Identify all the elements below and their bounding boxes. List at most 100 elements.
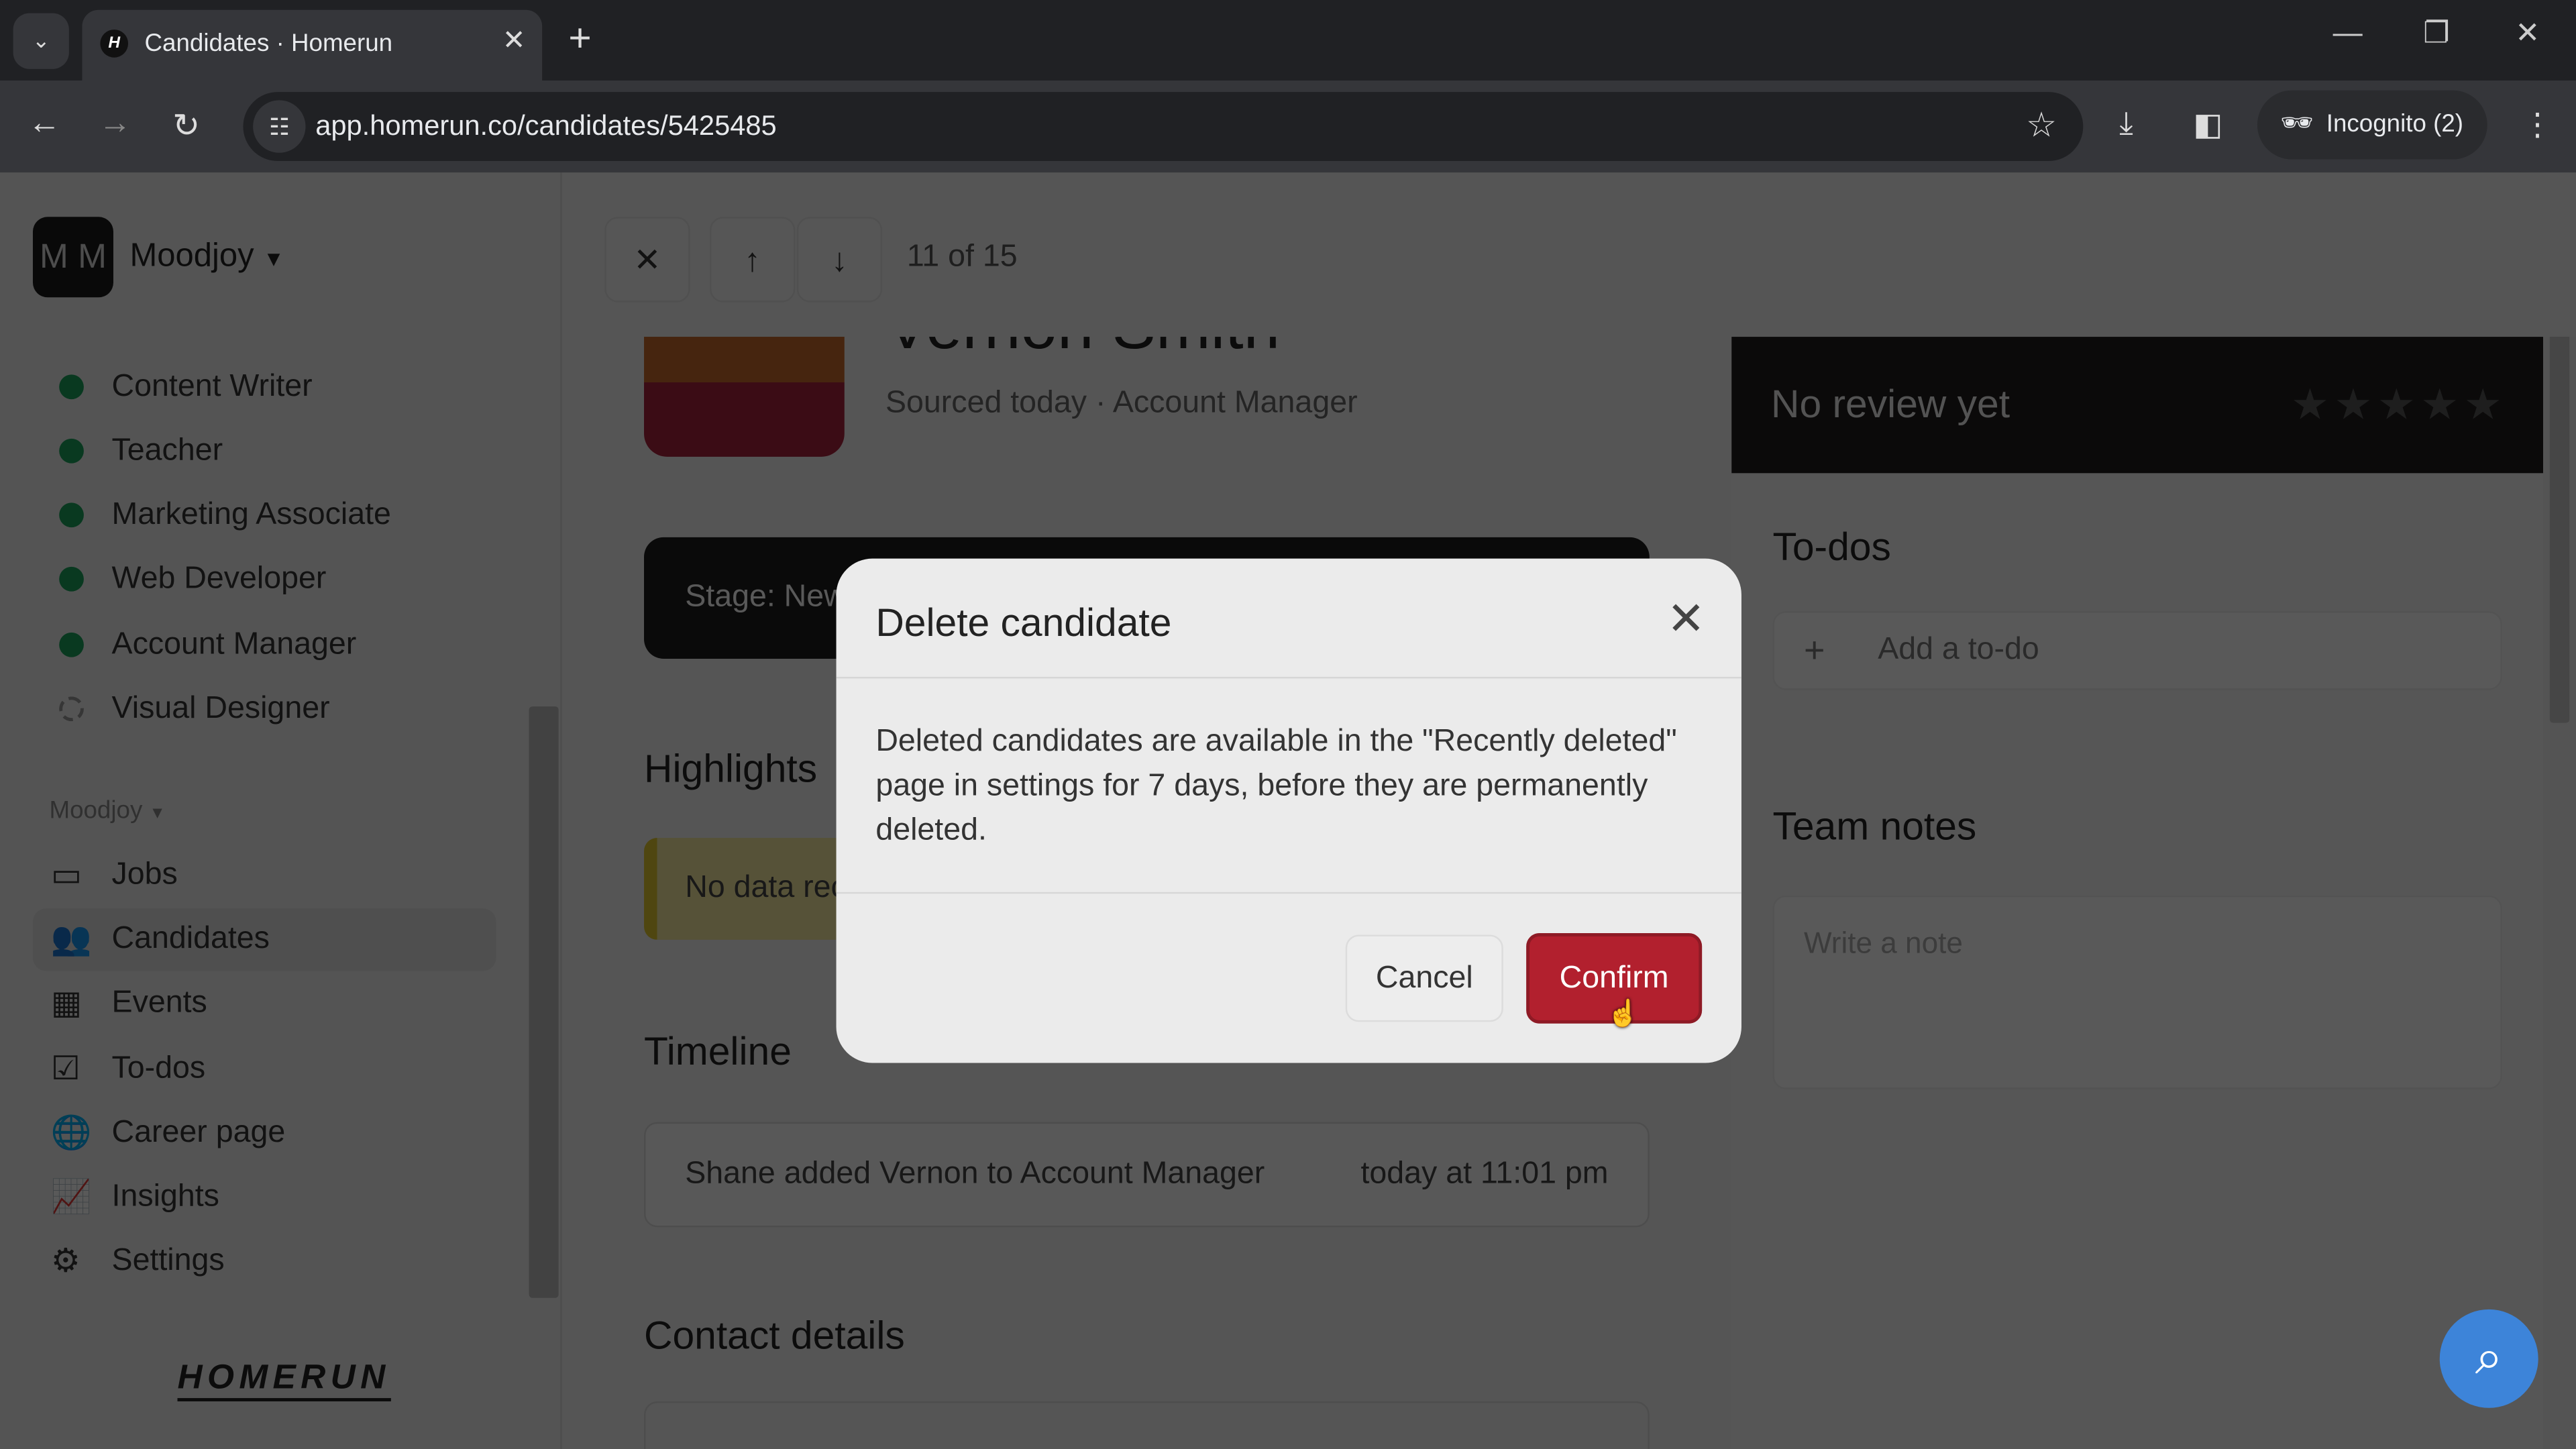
nav-label: Career page xyxy=(111,1115,286,1150)
job-label: Content Writer xyxy=(111,370,313,405)
nav-label: Events xyxy=(111,985,207,1020)
todo-placeholder: Add a to-do xyxy=(1878,632,2039,667)
sidebar-item-todos[interactable]: ☑ To-dos xyxy=(33,1038,496,1101)
sidebar-item-events[interactable]: ▦ Events xyxy=(33,973,496,1035)
sidebar-job[interactable]: Visual Designer xyxy=(59,692,330,731)
nav-label: To-dos xyxy=(111,1051,206,1086)
checkbox-icon: ☑ xyxy=(50,1051,80,1088)
delete-candidate-dialog: Delete candidate ✕ Deleted candidates ar… xyxy=(836,558,1741,1063)
url-text[interactable]: app.homerun.co/candidates/5425485 xyxy=(315,110,776,143)
briefcase-icon: ▭ xyxy=(50,857,83,894)
plus-icon: + xyxy=(1804,629,1825,671)
note-input[interactable]: Write a note xyxy=(1772,895,2502,1089)
tab-search-button[interactable]: ⌄ xyxy=(13,13,69,69)
highlights-heading: Highlights xyxy=(644,747,818,792)
timeline-heading: Timeline xyxy=(644,1030,792,1075)
browser-window: ⌄ H Candidates · Homerun ✕ + — ❐ ✕ ← → ↻… xyxy=(0,0,2576,1449)
close-window-button[interactable]: ✕ xyxy=(2515,16,2540,50)
next-candidate-button[interactable]: ↓ xyxy=(796,217,883,303)
new-tab-button[interactable]: + xyxy=(568,16,591,62)
dialog-body: Deleted candidates are available in the … xyxy=(875,724,1677,848)
calendar-icon: ▦ xyxy=(50,985,83,1022)
browser-tab[interactable]: H Candidates · Homerun ✕ xyxy=(82,9,543,81)
confirm-button[interactable]: Confirm xyxy=(1526,933,1703,1024)
minimize-button[interactable]: — xyxy=(2333,16,2363,50)
previous-candidate-button[interactable]: ↑ xyxy=(709,217,796,303)
add-todo-input[interactable]: + Add a to-do xyxy=(1772,611,2502,690)
scrollbar-thumb[interactable] xyxy=(2549,279,2570,723)
job-label: Visual Designer xyxy=(111,692,330,727)
workspace-section[interactable]: Moodjoy ▼ xyxy=(49,797,165,825)
status-dot-icon xyxy=(59,632,84,657)
tab-title: Candidates · Homerun xyxy=(144,30,393,58)
org-name: Moodjoy xyxy=(129,238,254,274)
right-panel: No review yet ★★★★★ To-dos + Add a to-do T… xyxy=(1731,337,2544,1449)
nav-label: Insights xyxy=(111,1179,219,1214)
candidate-subtitle: Sourced today · Account Manager xyxy=(885,386,1358,421)
org-switcher[interactable]: Moodjoy ▼ xyxy=(129,238,284,276)
sidebar-item-jobs[interactable]: ▭ Jobs xyxy=(33,845,496,907)
close-panel-button[interactable]: ✕ xyxy=(604,217,690,303)
contact-details-box xyxy=(644,1401,1650,1449)
sidebar-job[interactable]: Web Developer xyxy=(59,562,326,602)
dialog-title: Delete candidate xyxy=(875,601,1172,646)
close-tab-icon[interactable]: ✕ xyxy=(502,25,526,58)
search-icon: ⌕ xyxy=(2475,1330,2503,1385)
back-button[interactable]: ← xyxy=(28,105,61,143)
sidebar: M M Moodjoy ▼ Content Writer Teacher Mar… xyxy=(0,172,562,1449)
timeline-time: today at 11:01 pm xyxy=(1360,1157,1609,1191)
side-panel-icon[interactable]: ◧ xyxy=(2193,107,2222,144)
nav-label: Jobs xyxy=(111,857,178,892)
review-bar: No review yet ★★★★★ xyxy=(1731,337,2544,474)
tab-bar: ⌄ H Candidates · Homerun ✕ + — ❐ ✕ xyxy=(0,0,2576,81)
cancel-button[interactable]: Cancel xyxy=(1345,934,1503,1022)
profile-label: Incognito (2) xyxy=(2326,110,2464,138)
address-bar[interactable]: ☷ app.homerun.co/candidates/5425485 ☆ xyxy=(243,92,2084,162)
contact-heading: Contact details xyxy=(644,1314,905,1359)
status-dot-icon xyxy=(59,438,84,464)
draft-dot-icon xyxy=(59,696,84,722)
incognito-profile-button[interactable]: 🕶 Incognito (2) xyxy=(2257,90,2487,160)
sidebar-scrollbar[interactable] xyxy=(529,706,559,1298)
caret-down-icon: ▼ xyxy=(263,246,284,272)
status-dot-icon xyxy=(59,502,84,528)
timeline-text: Shane added Vernon to Account Manager xyxy=(685,1157,1265,1191)
job-label: Web Developer xyxy=(111,561,327,596)
review-label: No review yet xyxy=(1771,382,2010,427)
close-dialog-icon[interactable]: ✕ xyxy=(1667,592,1705,646)
rating-stars[interactable]: ★★★★★ xyxy=(2291,337,2507,473)
status-dot-icon xyxy=(59,566,84,592)
browser-toolbar: ← → ↻ ☷ app.homerun.co/candidates/542548… xyxy=(0,80,2576,173)
incognito-icon: 🕶 xyxy=(2280,110,2314,138)
bookmark-star-icon[interactable]: ☆ xyxy=(2026,105,2057,146)
todos-heading: To-dos xyxy=(1772,525,1891,570)
globe-icon: 🌐 xyxy=(50,1115,92,1152)
status-dot-icon xyxy=(59,374,84,400)
sidebar-job[interactable]: Account Manager xyxy=(59,628,356,667)
restore-button[interactable]: ❐ xyxy=(2423,16,2450,50)
main-scrollbar[interactable] xyxy=(2543,172,2576,1449)
sidebar-item-insights[interactable]: 📈 Insights xyxy=(33,1167,496,1229)
candidate-counter: 11 of 15 xyxy=(906,239,1018,274)
sidebar-job[interactable]: Marketing Associate xyxy=(59,498,391,537)
org-avatar[interactable]: M M xyxy=(32,217,113,298)
sidebar-item-candidates[interactable]: 👥 Candidates xyxy=(32,908,496,971)
caret-down-icon: ▼ xyxy=(149,805,166,823)
download-icon[interactable]: ⤓ xyxy=(2119,107,2133,143)
reload-button[interactable]: ↻ xyxy=(172,105,200,146)
sidebar-item-settings[interactable]: ⚙ Settings xyxy=(33,1230,496,1293)
sidebar-job[interactable]: Teacher xyxy=(59,434,223,474)
menu-icon[interactable]: ⋮ xyxy=(2522,107,2553,144)
forward-button[interactable]: → xyxy=(99,105,131,143)
homerun-logo: HOMERUN xyxy=(177,1358,390,1401)
site-settings-icon[interactable]: ☷ xyxy=(253,100,306,153)
users-icon: 👥 xyxy=(50,921,92,958)
timeline-entry: Shane added Vernon to Account Manager tod… xyxy=(644,1122,1650,1228)
nav-label: Candidates xyxy=(111,921,270,957)
help-search-button[interactable]: ⌕ xyxy=(2439,1309,2538,1408)
chart-icon: 📈 xyxy=(50,1179,92,1216)
nav-label: Settings xyxy=(111,1243,225,1279)
team-notes-heading: Team notes xyxy=(1772,805,1977,850)
sidebar-item-career-page[interactable]: 🌐 Career page xyxy=(33,1102,496,1165)
sidebar-job[interactable]: Content Writer xyxy=(59,370,313,409)
